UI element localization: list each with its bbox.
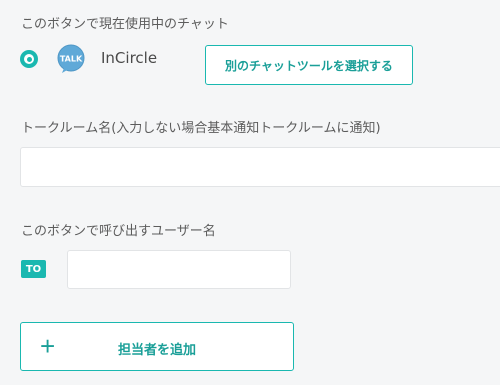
- current-chat-radio[interactable]: [20, 50, 38, 68]
- add-assignee-button[interactable]: + 担当者を追加: [20, 322, 294, 371]
- talk-room-name-input[interactable]: [20, 147, 500, 187]
- talk-room-label: トークルーム名(入力しない場合基本通知トークルームに通知): [21, 121, 381, 136]
- current-chat-name: InCircle: [101, 49, 158, 67]
- talk-icon-text: TALK: [60, 55, 83, 64]
- call-user-label: このボタンで呼び出すユーザー名: [21, 224, 216, 239]
- user-name-input[interactable]: [67, 250, 291, 289]
- select-other-chat-tool-button[interactable]: 別のチャットツールを選択する: [205, 45, 413, 85]
- add-assignee-label: 担当者を追加: [117, 342, 196, 357]
- current-chat-label: このボタンで現在使用中のチャット: [21, 17, 229, 32]
- to-badge: TO: [21, 260, 46, 278]
- talk-bubble-icon: TALK: [57, 44, 85, 73]
